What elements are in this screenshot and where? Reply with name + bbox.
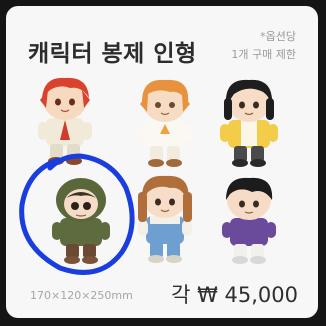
- highlight-circle-icon: [19, 153, 135, 275]
